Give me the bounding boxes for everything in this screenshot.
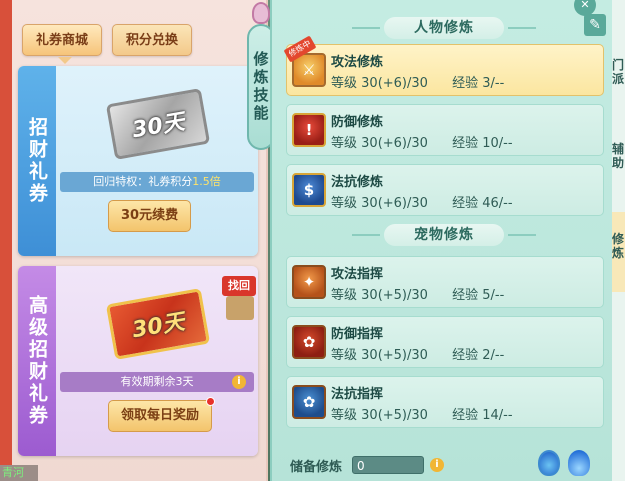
info-icon[interactable]: i [232, 375, 246, 389]
edge-label-assist[interactable]: 辅助 [612, 142, 625, 170]
level-label: 等级 [331, 196, 358, 211]
skill-name: 攻法指挥 [331, 267, 384, 282]
notification-dot [206, 397, 216, 406]
level-label: 等级 [331, 348, 358, 363]
skill-name: 防御指挥 [331, 327, 384, 342]
skill-stats: 等级 30(+6)/30 经验 10/-- [331, 132, 513, 151]
skill-stats: 等级 30(+5)/30 经验 14/-- [331, 404, 513, 423]
level-label: 等级 [331, 76, 358, 91]
skill-row-pet-magic-resist[interactable]: ✿ 法抗指挥 等级 30(+5)/30 经验 14/-- [286, 376, 604, 428]
exp-value: 2/-- [482, 348, 505, 363]
exp-value: 5/-- [482, 288, 505, 303]
edge-label-cultivation[interactable]: 修炼 [612, 232, 625, 260]
validity-bar: 有效期剩余3天 i [60, 372, 254, 392]
section-character-cultivation: 人物修炼 [352, 17, 536, 39]
shield-icon: ! [292, 113, 326, 147]
magic-shield-icon: $ [292, 173, 326, 207]
claim-daily-reward-label: 领取每日奖励 [121, 408, 200, 423]
cultivation-panel: 人物修炼 ✎ ⚔ 修炼中 攻法修炼 等级 30(+6)/30 经验 3/-- !… [270, 0, 612, 481]
tab-voucher-mall[interactable]: 礼券商城 [22, 24, 103, 56]
skill-stats: 等级 30(+5)/30 经验 2/-- [331, 344, 504, 363]
level-label: 等级 [331, 408, 358, 423]
exp-label: 经验 [452, 348, 479, 363]
flame-icon[interactable] [568, 450, 590, 476]
voucher-card-basic: 招财礼券 30天 回归特权：礼券积分1.5倍 30元续费 [18, 66, 258, 256]
gift-voucher-panel: 礼券商城 积分兑换 招财礼券 30天 回归特权：礼券积分1.5倍 30元续费 高… [0, 0, 268, 481]
exp-label: 经验 [452, 288, 479, 303]
pet-attack-icon: ✦ [292, 265, 326, 299]
skill-name: 法抗指挥 [331, 387, 384, 402]
privilege-bar: 回归特权：礼券积分1.5倍 [60, 172, 254, 192]
level-label: 等级 [331, 288, 358, 303]
validity-text: 有效期剩余3天 [120, 375, 194, 388]
edit-icon[interactable]: ✎ [584, 14, 606, 36]
potion-icon[interactable] [538, 450, 560, 476]
card-side-title: 招财礼券 [18, 66, 56, 256]
skill-row-defense[interactable]: ! 防御修炼 等级 30(+6)/30 经验 10/-- [286, 104, 604, 156]
active-tab-pointer [58, 57, 72, 64]
tab-points-exchange[interactable]: 积分兑换 [112, 24, 193, 56]
exp-label: 经验 [452, 196, 479, 211]
pet-magic-resist-icon: ✿ [292, 385, 326, 419]
card-side-title: 高级招财礼券 [18, 266, 56, 456]
level-value: 30(+5)/30 [361, 348, 428, 363]
exp-value: 10/-- [482, 136, 513, 151]
info-icon[interactable]: i [430, 458, 444, 472]
level-label: 等级 [331, 136, 358, 151]
skill-name: 法抗修炼 [331, 175, 384, 190]
skill-stats: 等级 30(+5)/30 经验 5/-- [331, 284, 504, 303]
knot-ornament [252, 2, 270, 24]
skill-name: 防御修炼 [331, 115, 384, 130]
edge-label-sect[interactable]: 门派 [612, 58, 625, 86]
skill-stats: 等级 30(+6)/30 经验 3/-- [331, 72, 504, 91]
section-pet-cultivation: 宠物修炼 [352, 224, 536, 246]
retrieve-box-icon[interactable] [226, 296, 254, 320]
claim-daily-reward-button[interactable]: 领取每日奖励 [108, 397, 216, 432]
skill-row-magic-resist[interactable]: $ 法抗修炼 等级 30(+6)/30 经验 46/-- [286, 164, 604, 216]
skill-stats: 等级 30(+6)/30 经验 46/-- [331, 192, 513, 211]
skill-row-attack-magic[interactable]: ⚔ 修炼中 攻法修炼 等级 30(+6)/30 经验 3/-- [283, 35, 604, 96]
level-value: 30(+6)/30 [361, 76, 428, 91]
level-value: 30(+6)/30 [361, 196, 428, 211]
exp-value: 3/-- [482, 76, 505, 91]
privilege-multiplier: 1.5倍 [192, 175, 221, 188]
level-value: 30(+6)/30 [361, 136, 428, 151]
exp-label: 经验 [452, 408, 479, 423]
retrieve-badge[interactable]: 找回 [222, 276, 256, 296]
skill-row-pet-attack[interactable]: ✦ 攻法指挥 等级 30(+5)/30 经验 5/-- [286, 256, 604, 308]
skill-name: 攻法修炼 [331, 55, 384, 70]
side-strip [0, 0, 12, 465]
reserve-label: 储备修炼 [290, 460, 343, 475]
location-label: 青河 [0, 465, 38, 481]
exp-value: 14/-- [482, 408, 513, 423]
level-value: 30(+5)/30 [361, 408, 428, 423]
level-value: 30(+5)/30 [361, 288, 428, 303]
privilege-text: 回归特权：礼券积分 [93, 175, 193, 188]
voucher-ticket-icon: 30天 [105, 88, 211, 160]
voucher-tabs: 礼券商城 积分兑换 [22, 24, 193, 56]
exp-label: 经验 [452, 76, 479, 91]
reserve-cultivation-field[interactable]: 0 [352, 456, 424, 474]
skill-row-pet-defense[interactable]: ✿ 防御指挥 等级 30(+5)/30 经验 2/-- [286, 316, 604, 368]
exp-value: 46/-- [482, 196, 513, 211]
renew-button[interactable]: 30元续费 [108, 200, 192, 232]
premium-ticket-icon: 30天 [105, 288, 211, 360]
pet-defense-icon: ✿ [292, 325, 326, 359]
exp-label: 经验 [452, 136, 479, 151]
